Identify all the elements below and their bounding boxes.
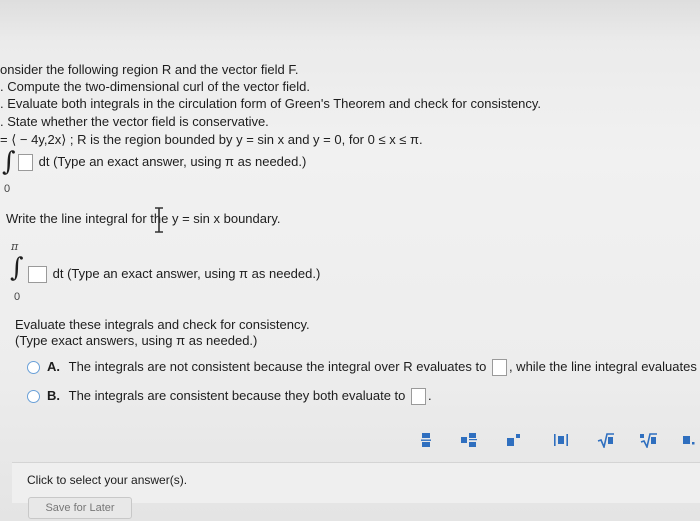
option-b-text-before: The integrals are consistent because the… xyxy=(68,388,406,403)
text-cursor-icon xyxy=(155,207,163,233)
integral-input-row-2: dt (Type an exact answer, using π as nee… xyxy=(26,266,321,284)
consistency-hint: (Type exact answers, using π as needed.) xyxy=(15,333,258,348)
absolute-value-icon[interactable] xyxy=(552,431,570,449)
option-a-text-before: The integrals are not consistent because… xyxy=(68,359,487,374)
upper-limit-2: π xyxy=(11,240,19,253)
homework-screen: onsider the following region R and the v… xyxy=(0,0,700,521)
integral-suffix-2: dt (Type an exact answer, using π as nee… xyxy=(52,266,321,281)
consistency-prompt: Evaluate these integrals and check for c… xyxy=(15,317,310,332)
task-integrals: . Evaluate both integrals in the circula… xyxy=(0,96,542,111)
nth-root-icon[interactable] xyxy=(640,431,658,449)
exponent-icon[interactable] xyxy=(505,431,523,449)
mixed-number-icon[interactable] xyxy=(460,431,478,449)
sqrt-icon[interactable] xyxy=(597,431,615,449)
integral-sign-1: ∫ xyxy=(2,147,16,177)
integral-answer-box-2[interactable] xyxy=(28,266,47,284)
integral-suffix-1: dt (Type an exact answer, using π as nee… xyxy=(38,154,307,169)
option-a-region-box[interactable] xyxy=(491,359,507,377)
vector-field-definition: = ⟨ − 4y,2x⟩ ; R is the region bounded b… xyxy=(0,132,423,147)
task-conservative: . State whether the vector field is cons… xyxy=(0,114,269,129)
option-a-text: A. The integrals are not consistent beca… xyxy=(47,359,700,377)
instruction-text: Click to select your answer(s). xyxy=(27,473,188,487)
math-toolbar xyxy=(405,425,700,457)
option-b-radio[interactable] xyxy=(27,390,40,403)
lower-limit-2: 0 xyxy=(14,291,21,303)
option-a-radio[interactable] xyxy=(27,361,40,374)
option-a-text-after: , while the line integral evaluates to xyxy=(508,359,700,374)
option-a-letter: A. xyxy=(47,359,60,374)
option-b-text-after: . xyxy=(428,388,432,403)
option-b-text: B. The integrals are consistent because … xyxy=(47,388,432,406)
line-integral-prompt: Write the line integral for the y = sin … xyxy=(6,211,281,226)
fraction-icon[interactable] xyxy=(417,431,435,449)
integral-input-row-1: dt (Type an exact answer, using π as nee… xyxy=(16,154,307,172)
problem-intro: onsider the following region R and the v… xyxy=(0,62,299,77)
save-for-later-button[interactable]: Save for Later xyxy=(28,497,132,519)
lower-limit-1: 0 xyxy=(4,183,11,195)
decimal-icon[interactable] xyxy=(681,431,699,449)
integral-sign-2: ∫ xyxy=(10,253,24,283)
option-b-letter: B. xyxy=(47,388,60,403)
option-b-answer-box[interactable] xyxy=(411,388,427,406)
task-curl: . Compute the two-dimensional curl of th… xyxy=(0,79,310,94)
integral-answer-box-1[interactable] xyxy=(18,154,33,172)
